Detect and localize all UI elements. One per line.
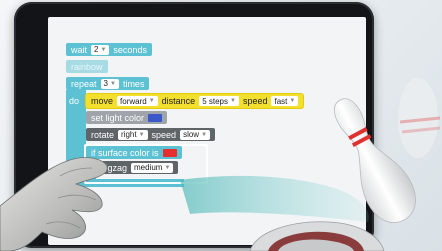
wait-unit-label: seconds — [113, 44, 147, 55]
zigzag-speed-value: medium — [134, 163, 163, 172]
rotate-speed-label: speed — [151, 129, 177, 140]
chevron-down-icon: ▼ — [289, 98, 296, 104]
if-surface-color-block[interactable]: if surface color is — [86, 146, 182, 159]
chevron-down-icon: ▼ — [138, 131, 145, 138]
rotate-direction-dropdown[interactable]: right ▼ — [118, 129, 148, 140]
zigzag-label: zigzag — [101, 162, 128, 173]
rotate-speed-dropdown[interactable]: slow ▼ — [180, 129, 211, 140]
move-block[interactable]: move forward ▼ distance 5 steps ▼ speed … — [86, 94, 304, 108]
chevron-down-icon: ▼ — [100, 46, 107, 53]
if-surface-color-label: if surface color is — [91, 147, 159, 158]
repeat-block[interactable]: repeat 3 ▼ times — [66, 77, 150, 90]
zigzag-block[interactable]: zigzag medium ▼ — [96, 161, 179, 174]
chevron-down-icon: ▼ — [109, 80, 116, 87]
tablet-frame: wait 2 ▼ seconds rainbow repeat 3 ▼ time… — [14, 2, 374, 248]
chevron-down-icon: ▼ — [164, 164, 171, 171]
color-swatch-red-icon[interactable] — [162, 148, 177, 157]
chevron-down-icon: ▼ — [201, 131, 208, 138]
set-light-color-label: set light color — [91, 112, 145, 123]
do-label: do — [69, 95, 80, 106]
color-swatch-blue-icon[interactable] — [148, 113, 163, 122]
block-editor-canvas[interactable]: wait 2 ▼ seconds rainbow repeat 3 ▼ time… — [48, 17, 366, 245]
rainbow-label: rainbow — [71, 61, 103, 72]
rainbow-block[interactable]: rainbow — [66, 60, 108, 73]
rotate-label: rotate — [91, 129, 115, 140]
move-speed-dropdown[interactable]: fast ▼ — [271, 96, 299, 106]
move-direction-value: forward — [120, 96, 147, 106]
wait-label: wait — [71, 44, 88, 55]
chevron-down-icon: ▼ — [229, 98, 236, 104]
chevron-down-icon: ▼ — [148, 98, 155, 104]
if-block-arm — [86, 159, 96, 181]
move-label: move — [91, 96, 114, 106]
rotate-direction-value: right — [121, 130, 137, 139]
distance-label: distance — [161, 96, 196, 106]
move-distance-dropdown[interactable]: 5 steps ▼ — [199, 96, 239, 106]
rotate-block[interactable]: rotate right ▼ speed slow ▼ — [86, 128, 216, 141]
move-speed-label: speed — [242, 96, 268, 106]
wait-seconds-dropdown[interactable]: 2 ▼ — [91, 44, 110, 55]
move-distance-value: 5 steps — [202, 96, 228, 106]
zigzag-speed-dropdown[interactable]: medium ▼ — [131, 162, 174, 173]
repeat-count-value: 3 — [103, 79, 108, 88]
set-light-color-block[interactable]: set light color — [86, 111, 168, 124]
repeat-unit-label: times — [122, 78, 145, 89]
wait-seconds-value: 2 — [94, 45, 99, 54]
repeat-label: repeat — [71, 78, 97, 89]
wait-block[interactable]: wait 2 ▼ seconds — [66, 43, 152, 56]
move-speed-value: fast — [274, 96, 288, 106]
move-direction-dropdown[interactable]: forward ▼ — [117, 96, 158, 106]
repeat-count-dropdown[interactable]: 3 ▼ — [100, 78, 119, 89]
rotate-speed-value: slow — [183, 130, 200, 139]
